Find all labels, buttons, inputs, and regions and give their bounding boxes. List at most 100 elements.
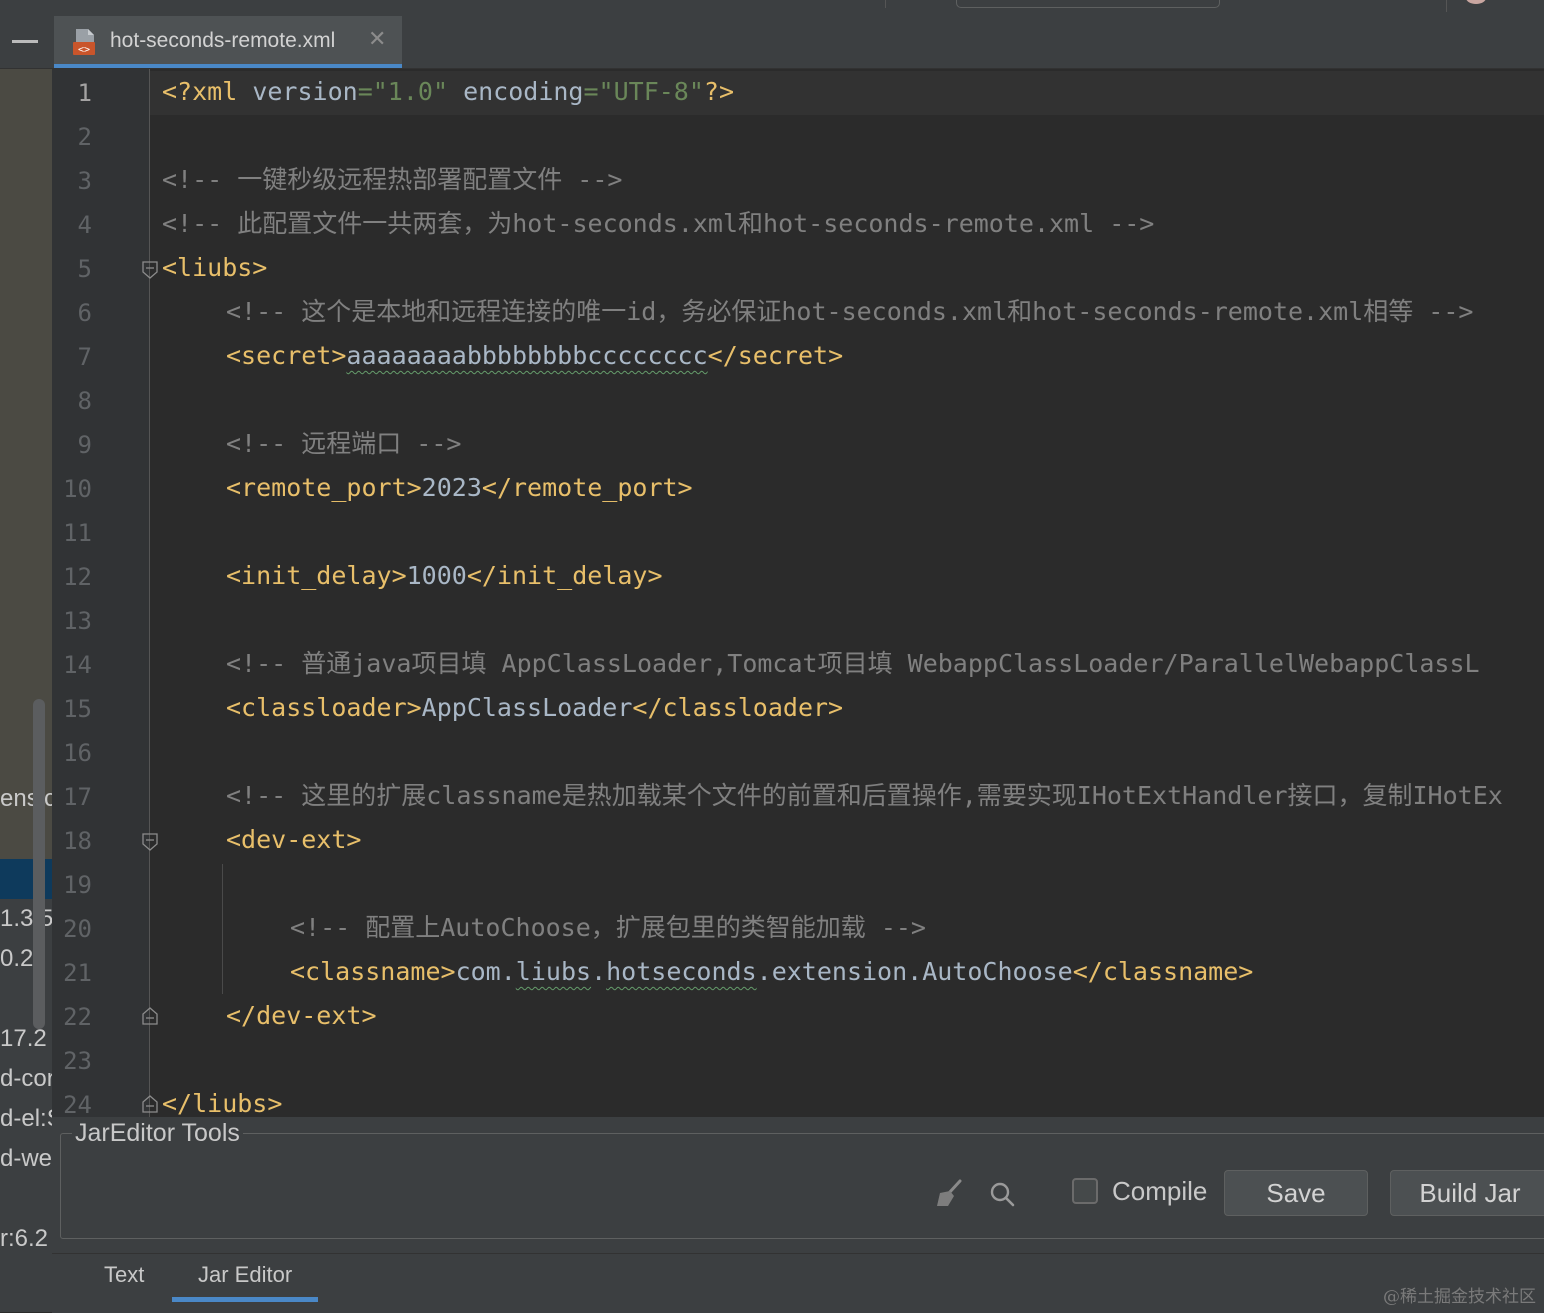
line-number: 23	[63, 1047, 92, 1075]
file-tab-label: hot-seconds-remote.xml	[110, 29, 336, 52]
line-number: 22	[63, 1003, 92, 1031]
top-toolbar-strip	[0, 0, 1544, 17]
line-number: 16	[63, 739, 92, 767]
line-number: 9	[77, 431, 92, 459]
code-editor[interactable]: 1 2 3 4 5 6 7 8 9 10 11 12 13 14 15 16 1…	[52, 69, 1544, 1117]
active-tab-indicator	[54, 64, 402, 68]
indent-guide	[222, 864, 223, 994]
svg-text:<>: <>	[78, 45, 90, 56]
xml-tag: <secret>	[226, 341, 347, 370]
save-button[interactable]: Save	[1224, 1170, 1368, 1216]
project-tree-item[interactable]: d-we	[0, 1145, 52, 1173]
code-line: <classname>com.liubs.hotseconds.extensio…	[290, 957, 1253, 987]
xml-text-value: liubs	[515, 957, 592, 986]
fold-open-icon[interactable]	[142, 261, 158, 279]
xml-comment: <!-- 配置上AutoChoose，扩展包里的类智能加载 -->	[290, 913, 926, 942]
project-tree-item[interactable]: d-cor	[0, 1065, 52, 1093]
xml-attr-eq: =	[357, 77, 373, 106]
xml-tag: <classname>	[290, 957, 456, 986]
tab-text[interactable]: Text	[104, 1262, 144, 1288]
xml-comment: <!-- 这里的扩展classname是热加载某个文件的前置和后置操作,需要实现…	[226, 781, 1503, 810]
xml-text-value: hotseconds	[606, 957, 757, 986]
fold-open-icon[interactable]	[142, 833, 158, 851]
compile-checkbox[interactable]	[1072, 1178, 1098, 1204]
toolbar-run-config-box[interactable]	[956, 0, 1220, 8]
compile-label[interactable]: Compile	[1112, 1176, 1207, 1207]
search-icon[interactable]	[987, 1179, 1017, 1209]
line-number: 11	[63, 519, 92, 547]
project-tree-item[interactable]: 0.2	[0, 945, 33, 973]
xml-tag: </init_delay>	[466, 561, 663, 590]
broom-icon[interactable]	[934, 1177, 966, 1209]
project-tree-item[interactable]: r:6.2	[0, 1225, 48, 1253]
project-tree-item[interactable]: d-el:S	[0, 1105, 52, 1133]
xml-tag: <dev-ext>	[226, 825, 362, 854]
xml-text-value: AppClassLoader	[421, 693, 633, 722]
line-number: 20	[63, 915, 92, 943]
code-line: <remote_port>2023</remote_port>	[226, 473, 693, 503]
project-tree-scrollbar[interactable]	[33, 699, 45, 1029]
fold-close-icon[interactable]	[142, 1007, 158, 1025]
xml-attr-value: "1.0"	[372, 77, 449, 106]
active-tab-indicator	[172, 1297, 318, 1302]
xml-pi: <?xml	[162, 77, 238, 106]
line-number: 24	[63, 1091, 92, 1117]
xml-text-value: com.	[455, 957, 516, 986]
xml-comment: <!-- 远程端口 -->	[226, 429, 462, 458]
line-number: 13	[63, 607, 92, 635]
xml-attr-name: version	[237, 77, 358, 106]
file-tab-hot-seconds-remote[interactable]: <> hot-seconds-remote.xml ✕	[54, 16, 402, 68]
tab-jar-editor[interactable]: Jar Editor	[198, 1262, 292, 1288]
xml-comment: <!-- 普通java项目填 AppClassLoader,Tomcat项目填 …	[226, 649, 1480, 678]
line-number: 6	[77, 299, 92, 327]
xml-comment: <!-- 此配置文件一共两套，为hot-seconds.xml和hot-seco…	[162, 209, 1155, 238]
xml-attr-eq: =	[583, 77, 599, 106]
fold-close-icon[interactable]	[142, 1095, 158, 1113]
minimize-icon[interactable]	[12, 40, 38, 43]
watermark: @稀土掘金技术社区	[1383, 1287, 1536, 1307]
line-number: 1	[77, 79, 92, 107]
gutter-divider	[149, 69, 150, 1117]
xml-tag: </secret>	[707, 341, 844, 370]
xml-tag: </remote_port>	[481, 473, 693, 502]
code-line: <init_delay>1000</init_delay>	[226, 561, 663, 591]
xml-file-icon: <>	[73, 29, 95, 56]
line-number: 4	[77, 211, 92, 239]
xml-tag: <classloader>	[226, 693, 422, 722]
editor-tab-bar: <> hot-seconds-remote.xml ✕	[0, 16, 1544, 69]
line-number: 18	[63, 827, 92, 855]
line-number: 5	[77, 255, 92, 283]
line-number: 14	[63, 651, 92, 679]
line-number: 2	[77, 123, 92, 151]
xml-comment: <!-- 这个是本地和远程连接的唯一id，务必保证hot-seconds.xml…	[226, 297, 1474, 326]
xml-text-value: .extension.AutoChoose	[756, 957, 1073, 986]
xml-tag: </dev-ext>	[226, 1001, 377, 1030]
xml-comment: <!-- 一键秒级远程热部署配置文件 -->	[162, 165, 623, 194]
toolbar-separator	[885, 0, 886, 8]
view-mode-tabs: Text Jar Editor @稀土掘金技术社区	[52, 1253, 1544, 1313]
line-number: 10	[63, 475, 92, 503]
xml-tag: </classloader>	[632, 693, 844, 722]
toolbar-separator	[1446, 0, 1447, 12]
xml-text-value: 1000	[406, 561, 467, 590]
line-number: 21	[63, 959, 92, 987]
project-tree-item[interactable]: 17.2	[0, 1025, 47, 1053]
xml-text-value: .	[591, 957, 607, 986]
project-tool-window: ensic 1.3.5 0.2 17.2 d-cor d-el:S d-we r…	[0, 69, 52, 1312]
xml-tag: <init_delay>	[226, 561, 407, 590]
close-icon[interactable]: ✕	[368, 26, 386, 52]
xml-tag: <remote_port>	[226, 473, 422, 502]
build-jar-button[interactable]: Build Jar	[1390, 1170, 1544, 1216]
line-number: 19	[63, 871, 92, 899]
line-number: 15	[63, 695, 92, 723]
line-number: 17	[63, 783, 92, 811]
xml-pi-close: ?>	[703, 77, 735, 106]
user-avatar-icon[interactable]	[1466, 0, 1486, 4]
code-line: <secret>aaaaaaaabbbbbbbbcccccccc</secret…	[226, 341, 843, 371]
xml-attr-value: "UTF-8"	[598, 77, 704, 106]
code-line: <?xml version="1.0" encoding="UTF-8"?>	[162, 77, 734, 107]
xml-text-value: aaaaaaaabbbbbbbbcccccccc	[346, 341, 708, 370]
xml-tag: </classname>	[1072, 957, 1254, 986]
xml-tag: <liubs>	[162, 253, 268, 282]
xml-tag: </liubs>	[162, 1089, 283, 1117]
